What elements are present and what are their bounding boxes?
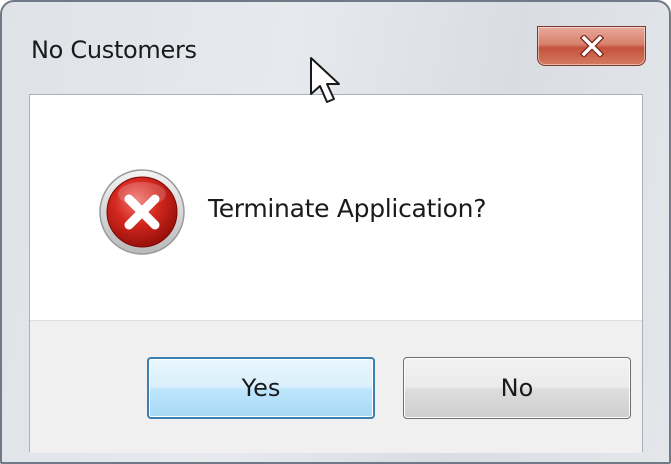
message-area: Terminate Application? (30, 95, 642, 320)
button-bar: Yes No (30, 320, 642, 453)
yes-button[interactable]: Yes (147, 357, 375, 419)
no-button[interactable]: No (403, 357, 631, 419)
dialog-message: Terminate Application? (208, 194, 487, 223)
close-icon (579, 35, 604, 57)
title-bar[interactable]: No Customers (2, 2, 669, 94)
dialog-body: Terminate Application? Yes No (29, 94, 643, 453)
dialog-window: No Customers Terminate Application? Yes … (0, 0, 671, 464)
dialog-title: No Customers (31, 36, 197, 64)
close-button[interactable] (537, 26, 646, 66)
error-icon (99, 169, 185, 255)
